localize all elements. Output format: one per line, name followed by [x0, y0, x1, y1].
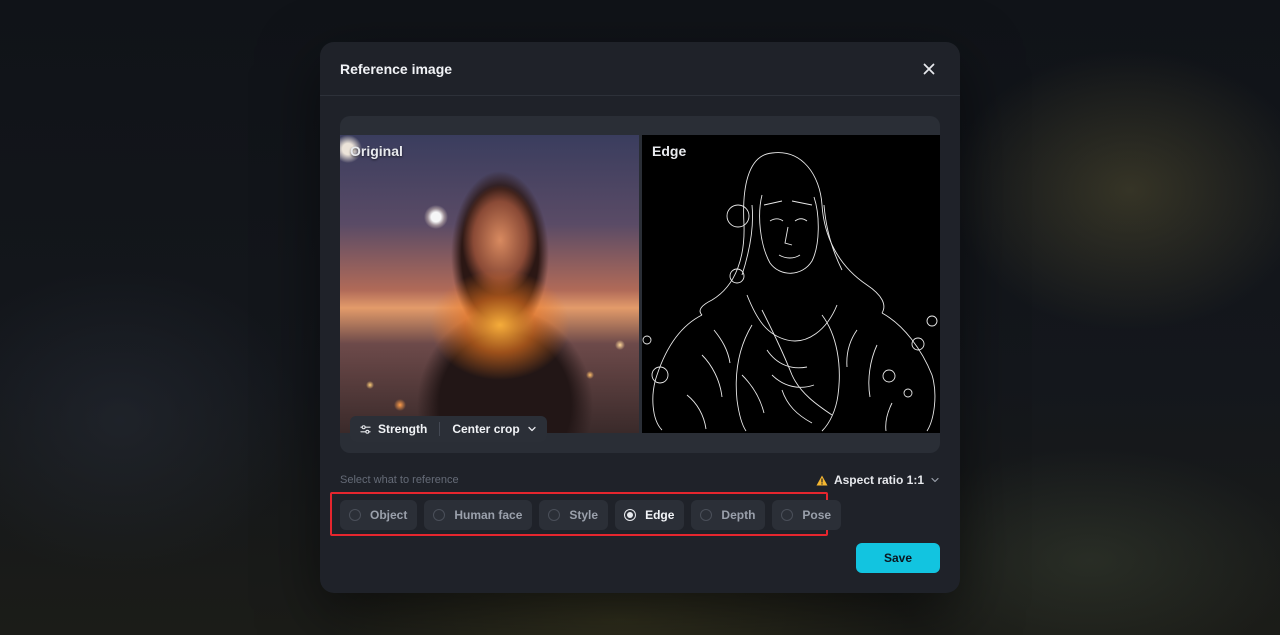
strength-button[interactable]: Strength [360, 422, 427, 436]
strength-label: Strength [378, 422, 428, 436]
option-label: Depth [721, 508, 756, 522]
dialog-header: Reference image [320, 42, 960, 96]
option-label: Object [370, 508, 408, 522]
preview-panel: Original Edge Strength Center crop [340, 116, 940, 453]
original-label: Original [350, 143, 403, 159]
option-depth[interactable]: Depth [691, 500, 766, 530]
edge-label: Edge [652, 143, 687, 159]
close-icon [923, 63, 935, 74]
radio-icon [781, 509, 794, 521]
dialog-title: Reference image [340, 60, 453, 77]
radio-icon [433, 509, 446, 521]
aspect-ratio-dropdown[interactable]: Aspect ratio 1:1 [816, 473, 940, 487]
reference-prompt: Select what to reference [340, 474, 459, 486]
reference-image-dialog: Reference image Original Edge Strength C… [320, 42, 960, 593]
crop-label: Center crop [452, 422, 520, 436]
radio-selected-icon [624, 509, 637, 521]
image-toolbar: Strength Center crop [350, 416, 547, 442]
option-pose[interactable]: Pose [772, 500, 842, 530]
option-human-face[interactable]: Human face [424, 500, 533, 530]
aspect-ratio-label: Aspect ratio 1:1 [833, 473, 924, 487]
original-image: Original [340, 135, 639, 433]
option-label: Style [569, 508, 599, 522]
radio-icon [349, 509, 361, 521]
toolbar-divider [439, 422, 441, 436]
sliders-icon [360, 424, 371, 434]
edge-map-drawing [642, 152, 938, 432]
chevron-down-icon [931, 477, 939, 483]
option-edge[interactable]: Edge [615, 500, 685, 530]
option-label: Edge [645, 508, 675, 522]
reference-type-options: Object Human face Style Edge Depth Pose [340, 500, 842, 530]
option-label: Pose [802, 508, 832, 522]
radio-icon [548, 509, 561, 521]
warning-icon [816, 475, 828, 485]
option-style[interactable]: Style [539, 500, 609, 530]
option-label: Human face [454, 508, 523, 522]
close-button[interactable] [918, 58, 940, 80]
crop-dropdown[interactable]: Center crop [452, 422, 536, 436]
chevron-down-icon [528, 426, 536, 432]
save-button[interactable]: Save [856, 543, 940, 573]
radio-icon [700, 509, 713, 521]
edge-image: Edge [642, 135, 940, 433]
option-object[interactable]: Object [340, 500, 418, 530]
